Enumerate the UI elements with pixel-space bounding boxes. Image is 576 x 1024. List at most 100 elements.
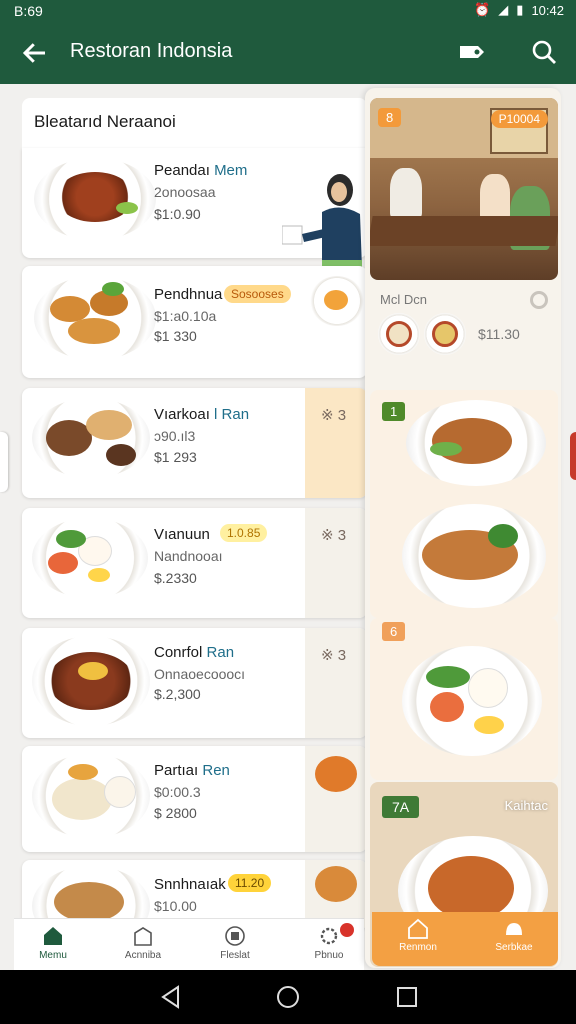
side-dish-thumb[interactable]	[424, 313, 466, 355]
dish-card[interactable]: 1	[370, 390, 558, 618]
item-mark: ※ 3	[321, 647, 347, 664]
system-nav-bar	[0, 970, 576, 1024]
item-side-panel: ※ 3	[305, 628, 367, 738]
menu-item-badge: Sosooses	[224, 285, 291, 303]
nav-label: Memu	[39, 950, 67, 961]
menu-item-card[interactable]: Vıarkoaı l Ran ɔ90.ıl3 $1 293 ※ 3	[22, 388, 367, 498]
photo-badge: 8	[378, 108, 402, 127]
waiter-illustration	[282, 174, 362, 268]
nav-item-3[interactable]: Fleslat	[200, 925, 270, 961]
featured-dish-number: 7A	[382, 796, 420, 818]
panel-price: $11.30	[478, 326, 520, 342]
menu-item-subtitle: Onnaoecooocı	[154, 666, 246, 682]
side-dish-thumb[interactable]	[378, 313, 420, 355]
battery-icon: ▮	[516, 2, 524, 17]
wifi-icon: ◢	[498, 2, 509, 17]
left-edge-handle[interactable]	[0, 432, 8, 492]
dish-image	[402, 504, 546, 608]
building-icon	[134, 927, 152, 946]
nav-label: Fleslat	[220, 950, 250, 961]
service-bell-icon	[506, 923, 522, 935]
menu-item-price: $.2330	[154, 570, 197, 586]
page-title: Restoran Indonsia	[70, 40, 233, 62]
menu-item-name: Partıaı Ren	[154, 762, 230, 779]
gear-icon	[320, 927, 338, 945]
panel-nav-label: Renmon	[399, 942, 437, 953]
nav-item-2[interactable]: Acnniba	[108, 925, 178, 961]
menu-section-title: Bleatarıd Neraanoi	[34, 112, 176, 131]
status-bar: B:69 ⏰ ◢ ▮ 10:42	[0, 0, 576, 22]
panel-nav: Renmon Serbkae	[372, 912, 558, 966]
menu-item-name: Vıanuun	[154, 526, 210, 543]
dish-number: 1	[382, 402, 406, 421]
menu-item-subtitle: ɔ90.ıl3	[154, 428, 196, 444]
info-icon[interactable]	[530, 291, 548, 309]
menu-item-price: $1:0.90	[154, 206, 201, 222]
side-dish-image	[310, 276, 364, 326]
home-circle-icon[interactable]	[275, 984, 301, 1010]
menu-item-price: $1 330	[154, 328, 197, 344]
menu-item-subtitle: $1:a0.10a	[154, 308, 217, 324]
menu-item-price: $.2,300	[154, 686, 201, 702]
back-arrow-icon[interactable]	[20, 38, 50, 68]
nav-item-4[interactable]: Pbnuo	[294, 923, 364, 961]
nav-label: Acnniba	[124, 950, 162, 961]
menu-item-card[interactable]: Vıanuun 1.0.85 Nandnooaı $.2330 ※ 3	[22, 508, 367, 618]
right-edge-handle[interactable]	[570, 432, 576, 480]
menu-item-name: Snnhnaıak	[154, 876, 226, 893]
nav-menu[interactable]: Memu	[18, 925, 88, 961]
food-image	[32, 636, 150, 726]
item-side-panel	[305, 746, 367, 852]
menu-item-name: Peandaı Mem	[154, 162, 248, 179]
menu-item-name: Conrfol Ran	[154, 644, 235, 661]
app-bar: Restoran Indonsia	[0, 22, 576, 84]
item-side-panel: ※ 3	[305, 388, 367, 498]
recents-square-icon[interactable]	[394, 984, 420, 1010]
menu-item-subtitle: $10.00	[154, 898, 197, 914]
menu-item-subtitle: 2onoosaa	[154, 184, 216, 200]
photo-price-badge: P10004	[490, 110, 548, 128]
profile-icon	[225, 926, 245, 946]
menu-item-name: Pendhnua	[154, 286, 223, 303]
food-image	[32, 518, 148, 598]
panel-nav-item[interactable]: Renmon	[388, 918, 448, 953]
featured-dish-label: Kaihtac	[504, 798, 548, 813]
menu-item-badge: 11.20	[228, 874, 272, 892]
status-clock: 10:42	[531, 2, 564, 18]
coupon-icon[interactable]	[458, 40, 486, 64]
nav-label: Pbnuo	[314, 950, 344, 961]
menu-section-header: Bleatarıd Neraanoi	[22, 98, 367, 148]
item-mark: ※ 3	[321, 407, 347, 424]
item-side-panel: ※ 3	[305, 508, 367, 618]
dish-image	[406, 400, 546, 486]
food-image	[34, 276, 156, 360]
menu-item-name: Vıarkoaı l Ran	[154, 406, 250, 423]
search-icon[interactable]	[530, 38, 558, 66]
food-image	[32, 398, 150, 478]
home-icon	[408, 918, 428, 939]
home-icon	[44, 927, 62, 945]
food-image	[32, 754, 150, 838]
item-mark: ※ 3	[321, 527, 347, 544]
menu-item-price: $ 2800	[154, 805, 197, 821]
menu-item-subtitle: Nandnooaı	[154, 548, 223, 564]
status-icons: ⏰ ◢ ▮ 10:42	[474, 2, 564, 18]
menu-item-badge: 1.0.85	[220, 524, 268, 542]
table-graphic	[370, 216, 558, 246]
back-triangle-icon[interactable]	[158, 984, 184, 1010]
menu-item-card[interactable]: Conrfol Ran Onnaoecooocı $.2,300 ※ 3	[22, 628, 367, 738]
bottom-nav: Memu Acnniba Fleslat Pbnuo	[14, 918, 364, 970]
food-image	[34, 158, 156, 240]
menu-item-subtitle: $0:00.3	[154, 784, 201, 800]
dish-card[interactable]: 6	[370, 618, 558, 780]
menu-item-price: $1 293	[154, 449, 197, 465]
restaurant-photo[interactable]: 8 P10004	[370, 98, 558, 280]
panel-section-label: Mcl Dcn	[380, 292, 427, 307]
panel-nav-item[interactable]: Serbkae	[484, 918, 544, 953]
panel-nav-label: Serbkae	[495, 942, 533, 953]
menu-item-card[interactable]: Partıaı Ren $0:00.3 $ 2800	[22, 746, 367, 852]
status-time: B:69	[14, 3, 43, 19]
menu-item-card[interactable]: Pendhnua Sosooses $1:a0.10a $1 330	[22, 266, 367, 378]
dish-image	[402, 646, 542, 756]
notification-dot	[340, 923, 354, 937]
